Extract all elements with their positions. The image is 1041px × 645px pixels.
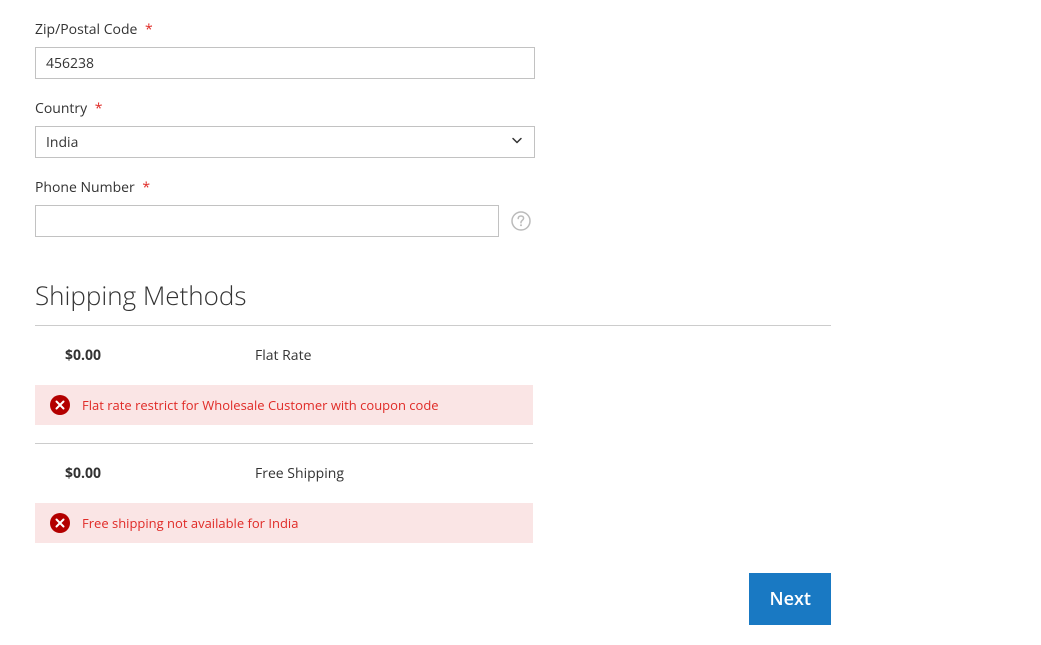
shipping-method-name: Flat Rate: [255, 346, 518, 365]
country-label-text: Country: [35, 99, 87, 118]
shipping-methods-list: $0.00 Flat Rate Flat rate restrict for W…: [35, 326, 533, 543]
shipping-methods-section: Shipping Methods $0.00 Flat Rate Flat ra…: [35, 277, 831, 543]
zip-label-text: Zip/Postal Code: [35, 20, 137, 39]
country-select-wrapper: India: [35, 126, 535, 158]
zip-input[interactable]: [35, 47, 535, 79]
country-label: Country *: [35, 99, 1006, 118]
shipping-error-text: Free shipping not available for India: [82, 514, 298, 532]
shipping-error-text: Flat rate restrict for Wholesale Custome…: [82, 396, 439, 414]
shipping-method-name: Free Shipping: [255, 464, 518, 483]
country-field-group: Country * India: [35, 99, 1006, 158]
shipping-error-banner: Free shipping not available for India: [35, 503, 533, 543]
required-asterisk: *: [142, 178, 150, 197]
phone-input-row: [35, 205, 1006, 237]
zip-field-group: Zip/Postal Code *: [35, 20, 1006, 79]
help-icon[interactable]: [511, 211, 531, 231]
phone-label-text: Phone Number: [35, 178, 135, 197]
phone-label: Phone Number *: [35, 178, 1006, 197]
next-button[interactable]: Next: [749, 573, 831, 625]
country-select[interactable]: India: [35, 126, 535, 158]
phone-field-group: Phone Number *: [35, 178, 1006, 237]
shipping-price: $0.00: [65, 464, 255, 483]
shipping-method-row[interactable]: $0.00 Free Shipping: [35, 444, 533, 503]
button-row: Next: [35, 573, 831, 625]
shipping-methods-title: Shipping Methods: [35, 277, 831, 313]
zip-label: Zip/Postal Code *: [35, 20, 1006, 39]
required-asterisk: *: [145, 20, 153, 39]
required-asterisk: *: [95, 99, 103, 118]
error-icon: [50, 395, 70, 415]
shipping-error-banner: Flat rate restrict for Wholesale Custome…: [35, 385, 533, 425]
phone-input[interactable]: [35, 205, 499, 237]
shipping-price: $0.00: [65, 346, 255, 365]
error-icon: [50, 513, 70, 533]
shipping-method-row[interactable]: $0.00 Flat Rate: [35, 326, 533, 385]
